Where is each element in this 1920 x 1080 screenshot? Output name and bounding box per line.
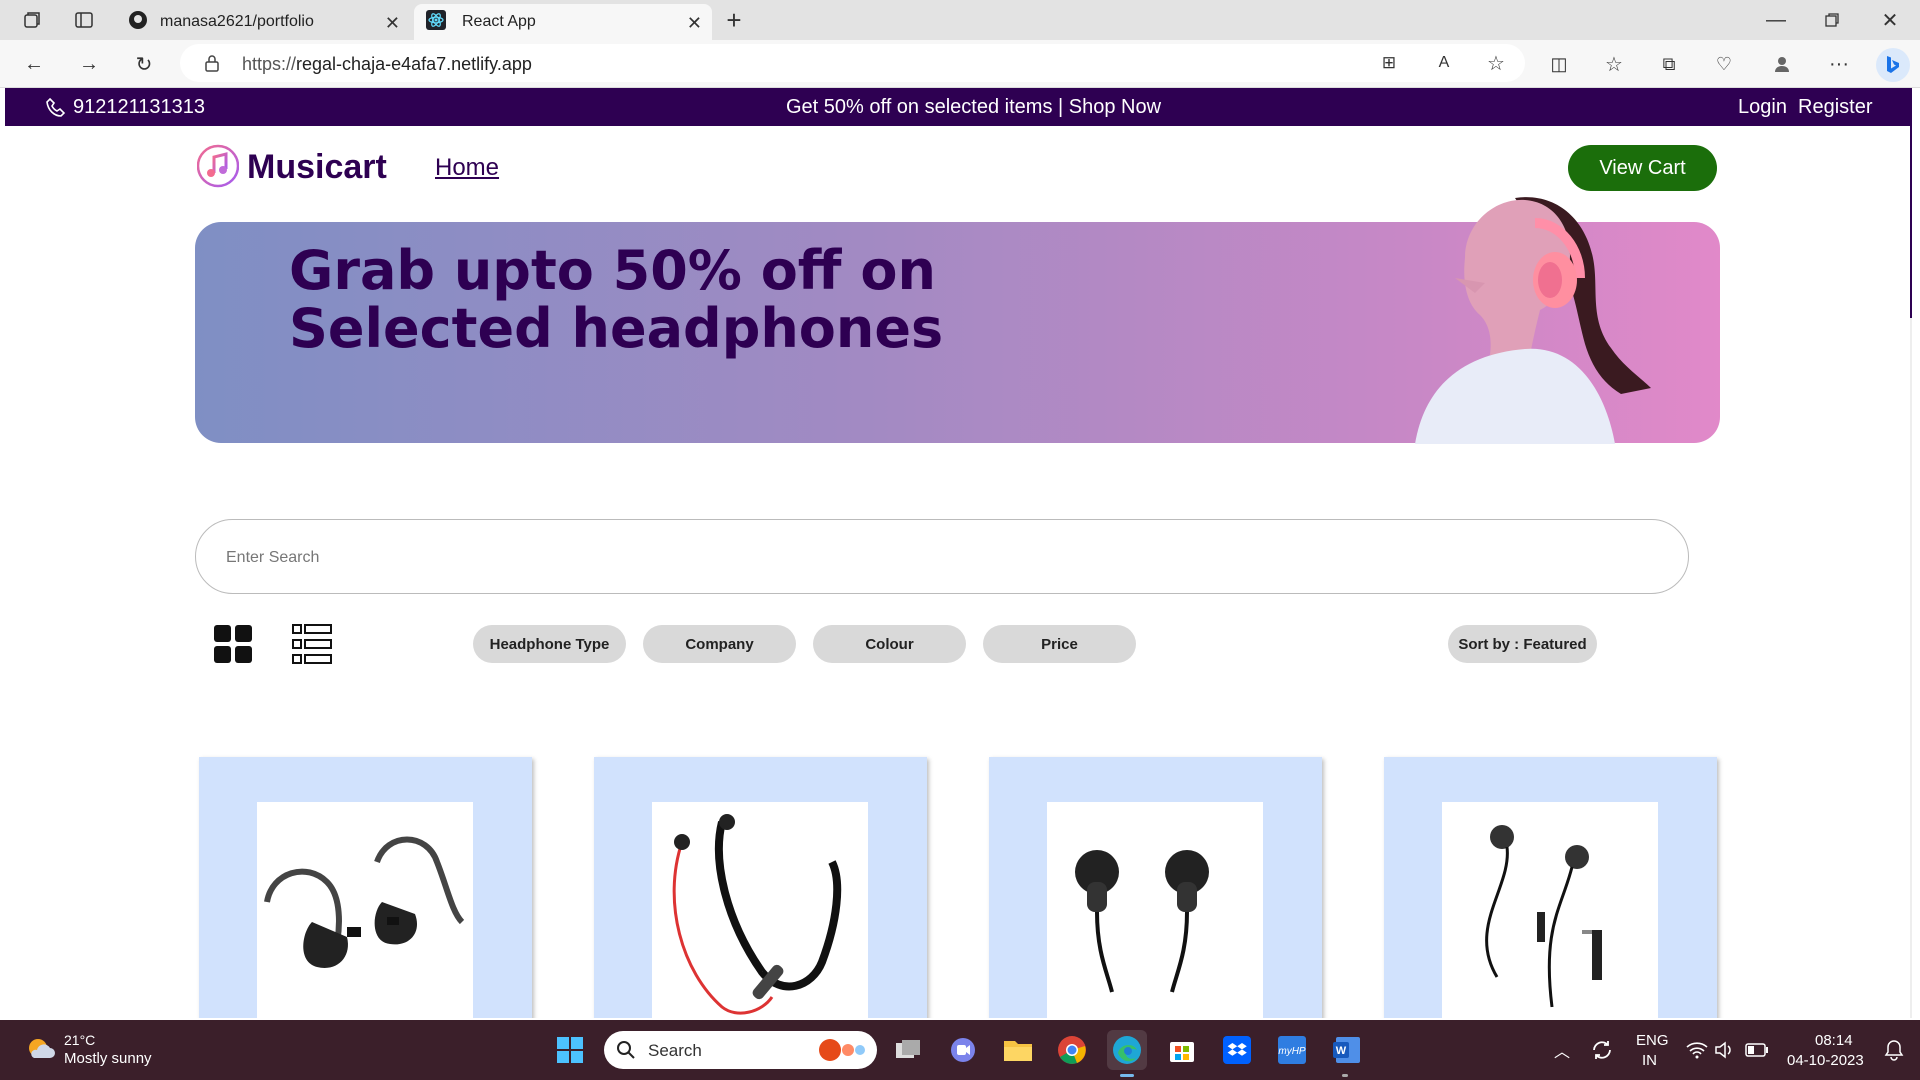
windows-start-icon[interactable] [550, 1030, 590, 1070]
language-code[interactable]: ENG [1636, 1032, 1669, 1049]
back-icon[interactable]: ← [20, 50, 48, 78]
collections-icon[interactable]: ⧉ [1655, 50, 1683, 78]
url-host: regal-chaja-e4afa7.netlify.app [296, 54, 532, 74]
lock-icon[interactable] [204, 54, 220, 77]
musicart-logo-icon [196, 143, 240, 194]
workspaces-icon[interactable] [18, 6, 46, 34]
view-cart-button[interactable]: View Cart [1568, 145, 1717, 191]
phone-number[interactable]: 912121131313 [73, 96, 205, 119]
app-available-icon[interactable]: ⊞ [1375, 49, 1403, 77]
brand-name[interactable]: Musicart [247, 148, 387, 187]
weather-temp[interactable]: 21°C [64, 1032, 95, 1048]
taskbar-search-label: Search [648, 1041, 702, 1060]
profile-icon[interactable] [1768, 50, 1796, 78]
copilot-icon[interactable] [1876, 48, 1910, 82]
filter-headphone-type[interactable]: Headphone Type [473, 625, 626, 663]
close-tab-icon[interactable]: ✕ [385, 13, 400, 34]
clock-time[interactable]: 08:14 [1815, 1032, 1853, 1049]
myhp-icon[interactable]: myHP [1272, 1030, 1312, 1070]
search-input[interactable] [226, 544, 1626, 572]
login-link[interactable]: Login [1738, 96, 1787, 119]
promo-text[interactable]: Get 50% off on selected items | Shop Now [786, 96, 1161, 119]
svg-text:myHP: myHP [1278, 1046, 1306, 1057]
banner-line-1: Grab upto 50% off on [289, 239, 936, 302]
word-icon[interactable]: W [1327, 1030, 1367, 1070]
windows-taskbar: 21°C Mostly sunny Search myHP W ︿ ENG IN… [0, 1020, 1920, 1080]
language-region[interactable]: IN [1642, 1052, 1657, 1069]
product-image[interactable] [652, 802, 868, 1018]
browser-tab-bar: manasa2621/portfolio ✕ React App ✕ + — ✕ [0, 0, 1920, 40]
product-card[interactable] [594, 757, 927, 1018]
browser-toolbar: ← → ↻ https://regal-chaja-e4afa7.netlify… [0, 40, 1920, 88]
grid-view-icon[interactable] [212, 623, 254, 670]
favorite-star-icon[interactable]: ☆ [1482, 49, 1510, 77]
task-view-icon[interactable] [888, 1030, 928, 1070]
teams-chat-icon[interactable] [943, 1030, 983, 1070]
file-explorer-icon[interactable] [998, 1030, 1038, 1070]
taskbar-search-box[interactable]: Search [604, 1031, 877, 1069]
microsoft-store-icon[interactable] [1162, 1030, 1202, 1070]
svg-text:W: W [1336, 1045, 1347, 1057]
notifications-icon[interactable] [1874, 1030, 1914, 1070]
product-image[interactable] [257, 802, 473, 1018]
favorites-icon[interactable]: ☆ [1600, 50, 1628, 78]
read-aloud-icon[interactable]: A [1430, 49, 1458, 77]
home-link[interactable]: Home [435, 154, 499, 182]
register-link[interactable]: Register [1798, 96, 1872, 119]
react-icon [426, 9, 446, 35]
filter-price[interactable]: Price [983, 625, 1136, 663]
tab-react-app[interactable]: React App ✕ [414, 4, 712, 40]
battery-icon[interactable] [1737, 1030, 1777, 1070]
chrome-icon[interactable] [1052, 1030, 1092, 1070]
show-hidden-icons-chevron-icon[interactable]: ︿ [1542, 1030, 1582, 1070]
close-tab-icon[interactable]: ✕ [687, 13, 702, 34]
active-app-indicator [1120, 1074, 1134, 1077]
url-prefix: https:// [242, 54, 297, 74]
weather-icon[interactable] [24, 1034, 56, 1071]
page-scrollbar-thumb[interactable] [1910, 88, 1912, 318]
product-image[interactable] [1047, 802, 1263, 1018]
product-card[interactable] [989, 757, 1322, 1018]
clock-date[interactable]: 04-10-2023 [1787, 1052, 1864, 1069]
forward-icon[interactable]: → [75, 50, 103, 78]
dropbox-icon[interactable] [1217, 1030, 1257, 1070]
edge-icon[interactable] [1107, 1030, 1147, 1070]
tab-title: manasa2621/portfolio [160, 13, 314, 30]
banner-line-2: Selected headphones [289, 297, 944, 360]
filter-company[interactable]: Company [643, 625, 796, 663]
address-bar[interactable]: https://regal-chaja-e4afa7.netlify.app ⊞… [180, 44, 1525, 82]
more-options-icon[interactable]: ··· [1825, 50, 1853, 78]
new-tab-icon[interactable]: + [720, 5, 748, 35]
product-card[interactable] [1384, 757, 1717, 1018]
browser-essentials-icon[interactable]: ♡ [1710, 50, 1738, 78]
open-app-indicator [1342, 1074, 1348, 1077]
close-window-icon[interactable]: ✕ [1876, 6, 1904, 34]
github-icon [128, 10, 148, 35]
tab-actions-icon[interactable] [70, 6, 98, 34]
promo-bar: 912121131313 Get 50% off on selected ite… [5, 88, 1912, 126]
search-bar[interactable] [195, 519, 1689, 594]
search-highlight-icon [814, 1037, 870, 1068]
tab-title: React App [462, 13, 536, 30]
list-view-icon[interactable] [291, 623, 333, 670]
banner-headline: Grab upto 50% off on Selected headphones [289, 242, 943, 358]
url-text: https://regal-chaja-e4afa7.netlify.app [242, 54, 532, 75]
split-screen-icon[interactable]: ◫ [1545, 50, 1573, 78]
tab-github-portfolio[interactable]: manasa2621/portfolio ✕ [110, 4, 410, 40]
refresh-icon[interactable]: ↻ [130, 50, 158, 78]
product-image[interactable] [1442, 802, 1658, 1018]
minimize-icon[interactable]: — [1762, 6, 1790, 34]
weather-description[interactable]: Mostly sunny [64, 1050, 152, 1067]
filter-colour[interactable]: Colour [813, 625, 966, 663]
sync-icon[interactable] [1582, 1030, 1622, 1070]
product-card[interactable] [199, 757, 532, 1018]
banner-model-image [1415, 197, 1651, 444]
phone-icon [45, 97, 67, 125]
restore-icon[interactable] [1818, 6, 1846, 34]
sort-dropdown[interactable]: Sort by : Featured [1448, 625, 1597, 663]
search-icon [616, 1040, 636, 1065]
web-page: 912121131313 Get 50% off on selected ite… [5, 88, 1912, 1018]
